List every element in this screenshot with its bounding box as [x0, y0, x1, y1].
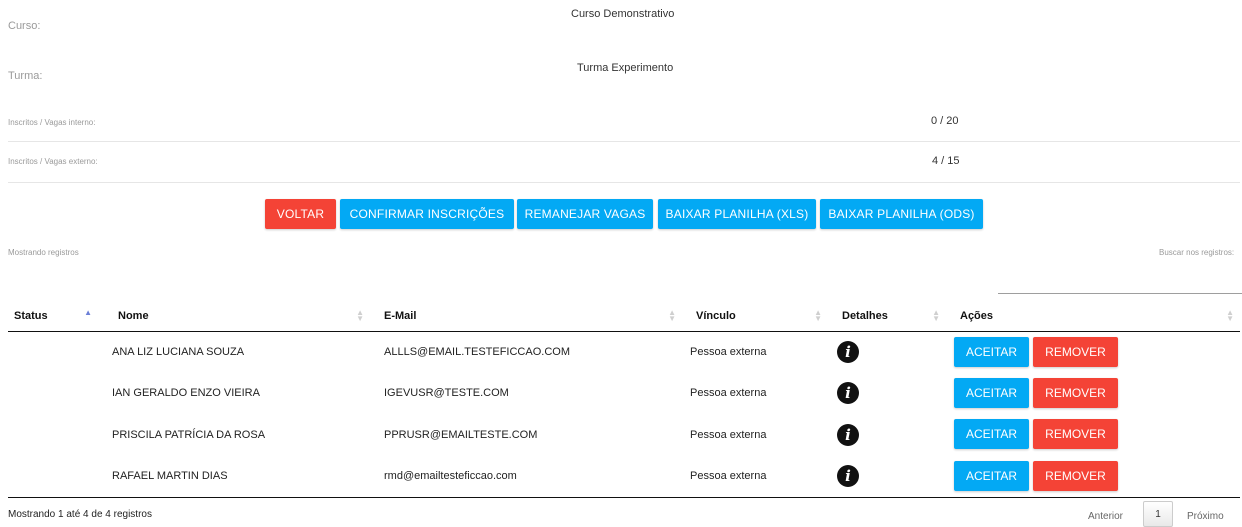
column-header-detalhes[interactable]: Detalhes ▲ ▼ — [828, 302, 946, 332]
cell-email: IGEVUSR@TESTE.COM — [384, 387, 509, 400]
baixar-ods-button[interactable]: BAIXAR PLANILHA (ODS) — [820, 199, 983, 229]
interno-value: 0 / 20 — [931, 115, 959, 127]
cell-vinculo: Pessoa externa — [690, 387, 767, 400]
turma-label: Turma: — [8, 70, 43, 82]
curso-value: Curso Demonstrativo — [571, 8, 675, 20]
confirmar-inscricoes-button[interactable]: CONFIRMAR INSCRIÇÕES — [340, 199, 514, 229]
table-row: PRISCILA PATRÍCIA DA ROSA PPRUSR@EMAILTE… — [8, 414, 1240, 456]
cell-detalhes: i — [828, 455, 946, 498]
interno-label: Inscritos / Vagas interno: — [8, 118, 96, 127]
table-row: RAFAEL MARTIN DIAS rmd@emailtesteficcao.… — [8, 455, 1240, 498]
info-circle-icon[interactable]: i — [837, 341, 859, 363]
column-header-vinculo[interactable]: Vínculo ▲ ▼ — [682, 302, 828, 332]
column-header-acoes[interactable]: Ações ▲ ▼ — [946, 302, 1240, 332]
sort-asc-icon: ▲ — [84, 308, 92, 317]
cell-acoes: ACEITAR REMOVER — [946, 414, 1240, 456]
cell-vinculo: Pessoa externa — [690, 346, 767, 358]
search-label: Buscar nos registros: — [1159, 248, 1235, 257]
cell-detalhes: i — [828, 414, 946, 456]
cell-nome: RAFAEL MARTIN DIAS — [104, 455, 370, 498]
cell-email: rmd@emailtesteficcao.com — [370, 455, 682, 498]
remanejar-vagas-button[interactable]: REMANEJAR VAGAS — [517, 199, 653, 229]
table-row: IAN GERALDO ENZO VIEIRA IGEVUSR@TESTE.CO… — [8, 373, 1240, 415]
sort-icon: ▲ ▼ — [814, 308, 822, 323]
table-summary: Mostrando 1 até 4 de 4 registros — [8, 509, 152, 520]
divider — [8, 141, 1240, 142]
cell-email: PPRUSR@EMAILTESTE.COM — [384, 428, 538, 441]
baixar-xls-button[interactable]: BAIXAR PLANILHA (XLS) — [658, 199, 816, 229]
externo-value: 4 / 15 — [932, 155, 960, 167]
cell-detalhes: i — [828, 373, 946, 415]
info-circle-icon[interactable]: i — [837, 465, 859, 487]
aceitar-button[interactable]: ACEITAR — [954, 377, 1029, 408]
sort-icon: ▲ ▼ — [1226, 308, 1234, 323]
table-row: ANA LIZ LUCIANA SOUZA ALLLS@EMAIL.TESTEF… — [8, 331, 1240, 373]
registrations-table: Status ▲ Nome ▲ ▼ E-Mail ▲ ▼ Vínculo ▲ ▼ De… — [8, 302, 1240, 498]
table-header-row: Status ▲ Nome ▲ ▼ E-Mail ▲ ▼ Vínculo ▲ ▼ De… — [8, 302, 1240, 332]
aceitar-button[interactable]: ACEITAR — [954, 419, 1029, 449]
sort-icon: ▲ ▼ — [356, 308, 364, 323]
search-input[interactable] — [998, 293, 1242, 294]
cell-acoes: ACEITAR REMOVER — [946, 331, 1240, 373]
cell-status — [8, 331, 104, 373]
remover-button[interactable]: REMOVER — [1033, 336, 1118, 367]
cell-nome: IAN GERALDO ENZO VIEIRA — [112, 387, 260, 400]
pagination-page-1[interactable]: 1 — [1143, 501, 1173, 527]
column-header-status[interactable]: Status ▲ — [8, 302, 104, 332]
curso-label: Curso: — [8, 20, 41, 32]
cell-acoes: ACEITAR REMOVER — [946, 373, 1240, 415]
cell-nome: PRISCILA PATRÍCIA DA ROSA — [112, 428, 266, 441]
cell-status — [8, 455, 104, 498]
column-header-email[interactable]: E-Mail ▲ ▼ — [370, 302, 682, 332]
cell-status — [8, 414, 104, 456]
info-circle-icon[interactable]: i — [837, 382, 859, 405]
remover-button[interactable]: REMOVER — [1033, 419, 1118, 449]
aceitar-button[interactable]: ACEITAR — [954, 460, 1029, 491]
column-header-nome[interactable]: Nome ▲ ▼ — [104, 302, 370, 332]
voltar-button[interactable]: VOLTAR — [265, 199, 336, 229]
cell-vinculo: Pessoa externa — [690, 428, 767, 441]
records-info: Mostrando registros — [8, 248, 79, 257]
cell-email: ALLLS@EMAIL.TESTEFICCAO.COM — [384, 346, 570, 358]
pagination-previous[interactable]: Anterior — [1088, 511, 1123, 522]
info-circle-icon[interactable]: i — [837, 423, 859, 446]
cell-vinculo: Pessoa externa — [682, 455, 828, 498]
remover-button[interactable]: REMOVER — [1033, 460, 1118, 491]
sort-icon: ▲ ▼ — [668, 308, 676, 323]
aceitar-button[interactable]: ACEITAR — [954, 336, 1029, 367]
cell-status — [8, 373, 104, 415]
remover-button[interactable]: REMOVER — [1033, 377, 1118, 408]
divider — [8, 182, 1240, 183]
pagination-next[interactable]: Próximo — [1187, 511, 1224, 522]
cell-nome: ANA LIZ LUCIANA SOUZA — [112, 346, 245, 358]
sort-icon: ▲ ▼ — [932, 308, 940, 323]
turma-value: Turma Experimento — [577, 62, 674, 74]
externo-label: Inscritos / Vagas externo: — [8, 157, 98, 166]
cell-detalhes: i — [828, 331, 946, 373]
cell-acoes: ACEITAR REMOVER — [946, 455, 1240, 498]
